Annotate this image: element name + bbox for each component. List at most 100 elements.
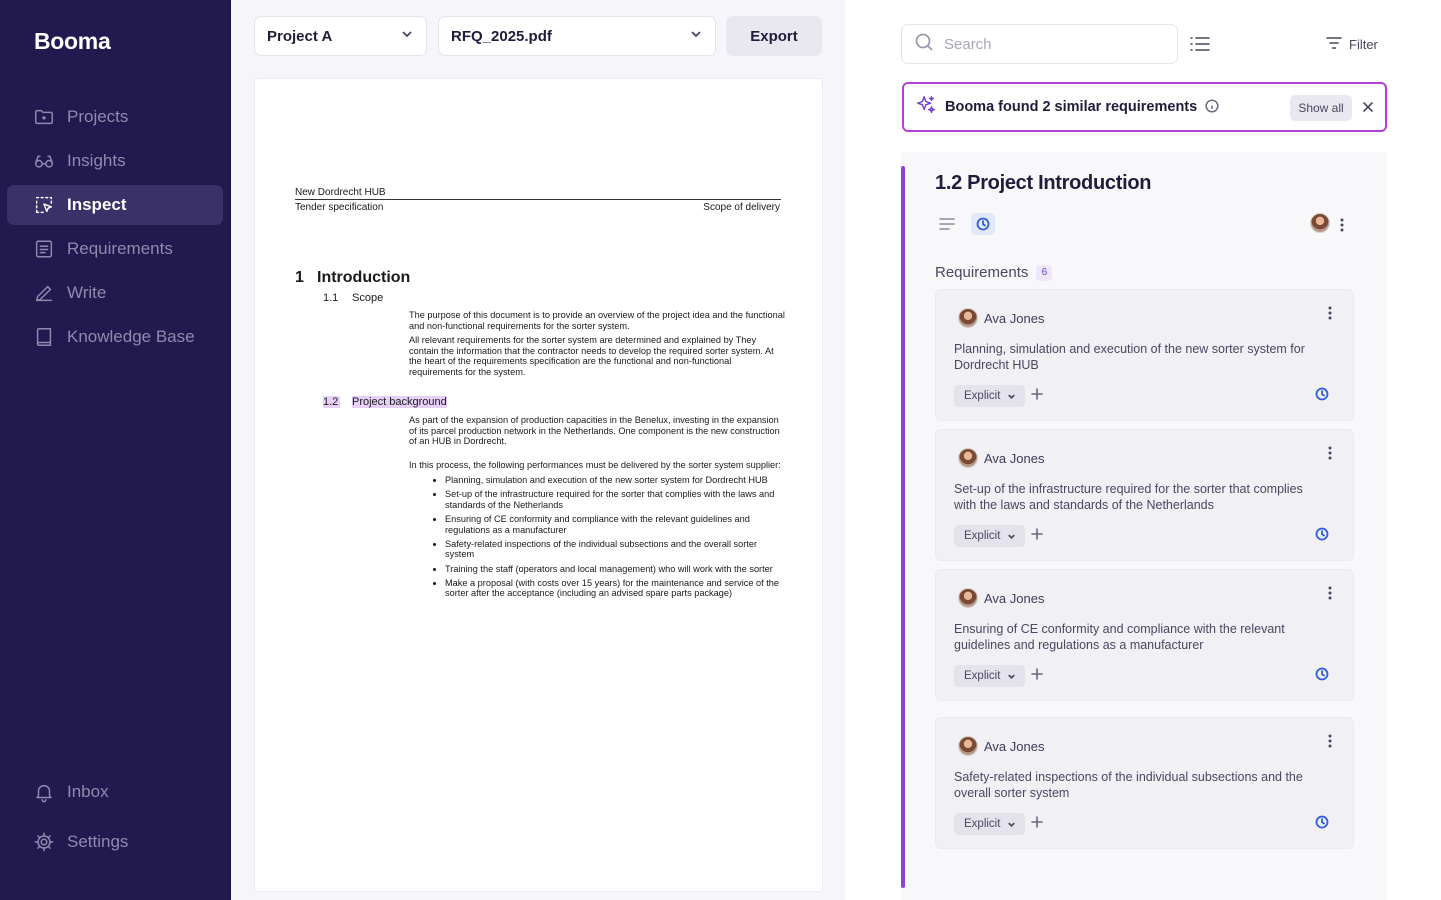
avatar	[958, 736, 978, 756]
section-title: 1.2 Project Introduction	[935, 172, 1152, 194]
avatar[interactable]	[1310, 213, 1330, 233]
author-name: Ava Jones	[984, 590, 1045, 606]
sidebar-item-projects[interactable]: Projects	[7, 97, 223, 137]
doc-paragraph: All relevant requirements for the sorter…	[409, 335, 774, 377]
type-label: Explicit	[964, 390, 1001, 402]
requirement-card[interactable]: Ava Jones Safety-related inspections of …	[935, 717, 1354, 849]
more-options-icon[interactable]	[1334, 216, 1350, 239]
avatar	[958, 308, 978, 328]
clock-icon[interactable]	[971, 213, 995, 235]
info-icon[interactable]	[1197, 96, 1219, 118]
clock-icon[interactable]	[1315, 387, 1329, 406]
doc-subsection-scope: 1.1 Scope	[323, 292, 383, 304]
avatar	[958, 448, 978, 468]
document-list-icon	[33, 238, 55, 260]
search-icon	[914, 32, 934, 57]
requirement-card[interactable]: Ava Jones Planning, simulation and execu…	[935, 289, 1354, 421]
chevron-down-icon	[1008, 534, 1016, 539]
sidebar-item-write[interactable]: Write	[7, 273, 223, 313]
type-label: Explicit	[964, 818, 1001, 830]
card-author: Ava Jones	[958, 588, 1044, 608]
pencil-icon	[33, 282, 55, 304]
close-icon[interactable]	[1360, 99, 1376, 115]
sidebar-item-insights[interactable]: Insights	[7, 141, 223, 181]
sidebar-item-label: Knowledge Base	[67, 327, 195, 346]
card-author: Ava Jones	[958, 736, 1044, 756]
sidebar-item-label: Settings	[67, 832, 129, 851]
more-options-icon[interactable]	[1322, 584, 1338, 607]
requirement-card[interactable]: Ava Jones Ensuring of CE conformity and …	[935, 569, 1354, 701]
project-select[interactable]: Project A	[254, 16, 427, 56]
doc-subsection-number: 1.1	[323, 292, 339, 304]
clock-icon[interactable]	[1315, 527, 1329, 546]
sidebar-item-inbox[interactable]: Inbox	[7, 772, 223, 812]
requirement-text: Planning, simulation and execution of th…	[954, 342, 1305, 372]
author-name: Ava Jones	[984, 450, 1045, 466]
requirements-panel: Filter Booma found 2 similar requirement…	[845, 0, 1441, 900]
more-options-icon[interactable]	[1322, 304, 1338, 327]
banner-text: Booma found 2 similar requirements	[945, 99, 1198, 115]
sidebar-item-settings[interactable]: Settings	[7, 822, 223, 862]
chevron-down-icon	[1008, 822, 1016, 827]
doc-bullet: Set-up of the infrastructure required fo…	[445, 489, 781, 510]
author-name: Ava Jones	[984, 310, 1045, 326]
doc-header-rule	[295, 199, 781, 200]
brand-logo: Booma	[34, 28, 111, 54]
bell-icon	[33, 781, 55, 803]
clock-icon[interactable]	[1315, 815, 1329, 834]
sidebar-item-requirements[interactable]: Requirements	[7, 229, 223, 269]
sidebar-item-label: Insights	[67, 151, 126, 170]
type-dropdown[interactable]: Explicit	[954, 665, 1026, 687]
text-lines-icon[interactable]	[939, 217, 955, 236]
list-view-icon[interactable]	[1189, 34, 1211, 54]
sidebar-item-label: Inbox	[67, 782, 109, 801]
filter-label: Filter	[1349, 37, 1378, 52]
requirement-text: Set-up of the infrastructure required fo…	[954, 482, 1303, 512]
add-icon[interactable]	[1030, 387, 1046, 403]
gear-icon	[33, 831, 55, 853]
pdf-page: New Dordrecht HUB Tender specification S…	[254, 78, 823, 892]
card-author: Ava Jones	[958, 308, 1044, 328]
clock-icon[interactable]	[1315, 667, 1329, 686]
select-cursor-icon	[33, 194, 55, 216]
document-panel: Project A RFQ_2025.pdf Export New Dordre…	[231, 0, 845, 900]
doc-bullet: Make a proposal (with costs over 15 year…	[445, 578, 781, 599]
export-button[interactable]: Export	[726, 16, 822, 56]
doc-paragraph: The purpose of this document is to provi…	[409, 310, 785, 331]
add-icon[interactable]	[1030, 667, 1046, 683]
doc-subsection-background[interactable]: 1.2 Project background	[323, 396, 447, 408]
filter-button[interactable]: Filter	[1325, 34, 1378, 55]
doc-bullet: Planning, simulation and execution of th…	[445, 475, 781, 486]
requirements-heading: Requirements 6	[935, 264, 1053, 281]
more-options-icon[interactable]	[1322, 732, 1338, 755]
project-select-value: Project A	[267, 27, 333, 45]
doc-section-heading: 1 Introduction	[295, 269, 410, 287]
more-options-icon[interactable]	[1322, 444, 1338, 467]
author-name: Ava Jones	[984, 738, 1045, 754]
sparkle-icon	[915, 94, 937, 121]
add-icon[interactable]	[1030, 527, 1046, 543]
sidebar-item-knowledge-base[interactable]: Knowledge Base	[7, 317, 223, 357]
sidebar-item-inspect[interactable]: Inspect	[7, 185, 223, 225]
search-input[interactable]	[944, 35, 1164, 53]
type-dropdown[interactable]: Explicit	[954, 813, 1026, 835]
doc-subsection-title-highlighted: Project background	[352, 396, 447, 408]
type-label: Explicit	[964, 670, 1001, 682]
requirement-card[interactable]: Ava Jones Set-up of the infrastructure r…	[935, 429, 1354, 561]
requirement-text: Ensuring of CE conformity and compliance…	[954, 622, 1285, 652]
requirements-label: Requirements	[935, 264, 1029, 281]
folder-icon	[33, 106, 55, 128]
type-dropdown[interactable]: Explicit	[954, 525, 1026, 547]
sidebar-item-label: Inspect	[67, 195, 127, 214]
type-dropdown[interactable]: Explicit	[954, 385, 1026, 407]
glasses-icon	[33, 150, 55, 172]
doc-header-project: New Dordrecht HUB	[295, 187, 386, 198]
type-label: Explicit	[964, 530, 1001, 542]
file-select[interactable]: RFQ_2025.pdf	[438, 16, 716, 56]
requirement-section: 1.2 Project Introduction Requirements 6 …	[901, 152, 1387, 900]
chevron-down-icon	[1008, 674, 1016, 679]
file-select-value: RFQ_2025.pdf	[451, 27, 552, 45]
show-all-button[interactable]: Show all	[1290, 95, 1352, 121]
add-icon[interactable]	[1030, 815, 1046, 831]
doc-bullet: Training the staff (operators and local …	[445, 564, 781, 575]
